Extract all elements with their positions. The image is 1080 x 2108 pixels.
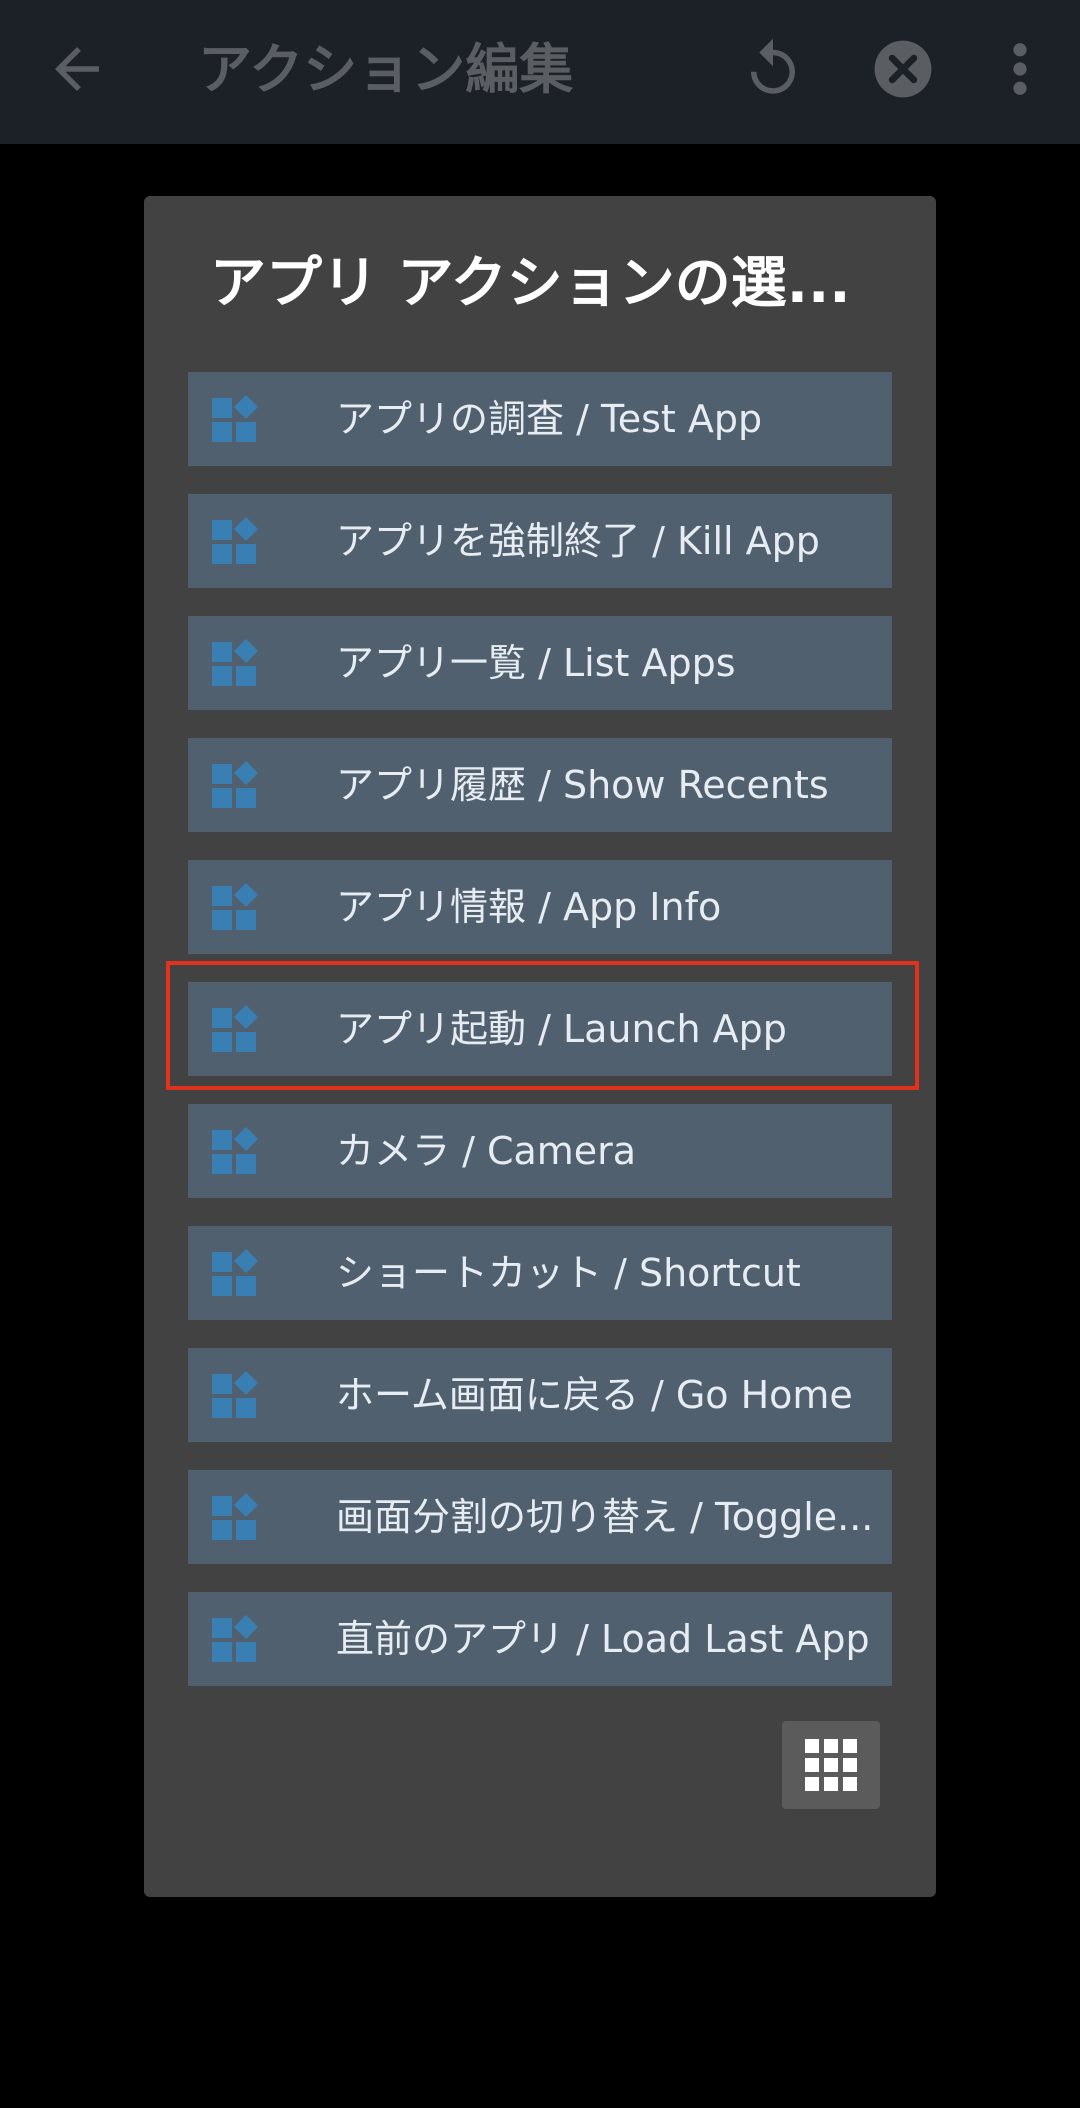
- action-item-label: アプリ情報 / App Info: [336, 885, 722, 929]
- arrow-back-icon[interactable]: [44, 36, 110, 102]
- more-vert-icon[interactable]: [998, 36, 1042, 102]
- page-title: アクション編集: [198, 38, 574, 101]
- action-item[interactable]: アプリ履歴 / Show Recents: [188, 738, 892, 832]
- dialog-title: アプリ アクションの選...: [210, 251, 851, 316]
- action-item[interactable]: ショートカット / Shortcut: [188, 1226, 892, 1320]
- grid-view-icon: [805, 1739, 857, 1791]
- clear-icon[interactable]: [872, 38, 934, 100]
- refresh-icon[interactable]: [740, 36, 806, 102]
- action-item[interactable]: アプリの調査 / Test App: [188, 372, 892, 466]
- action-item[interactable]: 直前のアプリ / Load Last App: [188, 1592, 892, 1686]
- grid-view-button[interactable]: [782, 1721, 880, 1809]
- action-item-label: ホーム画面に戻る / Go Home: [336, 1373, 853, 1417]
- app-category-icon: [212, 1005, 258, 1052]
- app-category-icon: [212, 883, 258, 930]
- app-category-icon: [212, 761, 258, 808]
- app-category-icon: [212, 1249, 258, 1296]
- app-category-icon: [212, 1615, 258, 1662]
- app-category-icon: [212, 1371, 258, 1418]
- action-item-label: アプリ一覧 / List Apps: [336, 641, 736, 685]
- action-item-label: 画面分割の切り替え / Toggle...: [336, 1495, 874, 1539]
- app-category-icon: [212, 395, 258, 442]
- action-select-dialog: アプリ アクションの選... アプリの調査 / Test App アプリを強制終了…: [144, 196, 936, 1897]
- action-item-label: アプリを強制終了 / Kill App: [336, 519, 820, 563]
- action-list: アプリの調査 / Test App アプリを強制終了 / Kill App アプリ一…: [188, 372, 892, 1714]
- action-item[interactable]: アプリ起動 / Launch App: [188, 982, 892, 1076]
- action-item-label: アプリ履歴 / Show Recents: [336, 763, 829, 807]
- app-category-icon: [212, 1127, 258, 1174]
- action-item[interactable]: アプリ一覧 / List Apps: [188, 616, 892, 710]
- app-bar: アクション編集: [0, 0, 1080, 144]
- action-item[interactable]: 画面分割の切り替え / Toggle...: [188, 1470, 892, 1564]
- action-item-label: 直前のアプリ / Load Last App: [336, 1617, 870, 1661]
- action-item-label: アプリ起動 / Launch App: [336, 1007, 787, 1051]
- action-item[interactable]: ホーム画面に戻る / Go Home: [188, 1348, 892, 1442]
- app-category-icon: [212, 639, 258, 686]
- action-item-label: アプリの調査 / Test App: [336, 397, 763, 441]
- app-category-icon: [212, 1493, 258, 1540]
- action-item-label: ショートカット / Shortcut: [336, 1251, 801, 1295]
- action-item-label: カメラ / Camera: [336, 1129, 637, 1173]
- action-item[interactable]: カメラ / Camera: [188, 1104, 892, 1198]
- app-category-icon: [212, 517, 258, 564]
- action-item[interactable]: アプリ情報 / App Info: [188, 860, 892, 954]
- action-item[interactable]: アプリを強制終了 / Kill App: [188, 494, 892, 588]
